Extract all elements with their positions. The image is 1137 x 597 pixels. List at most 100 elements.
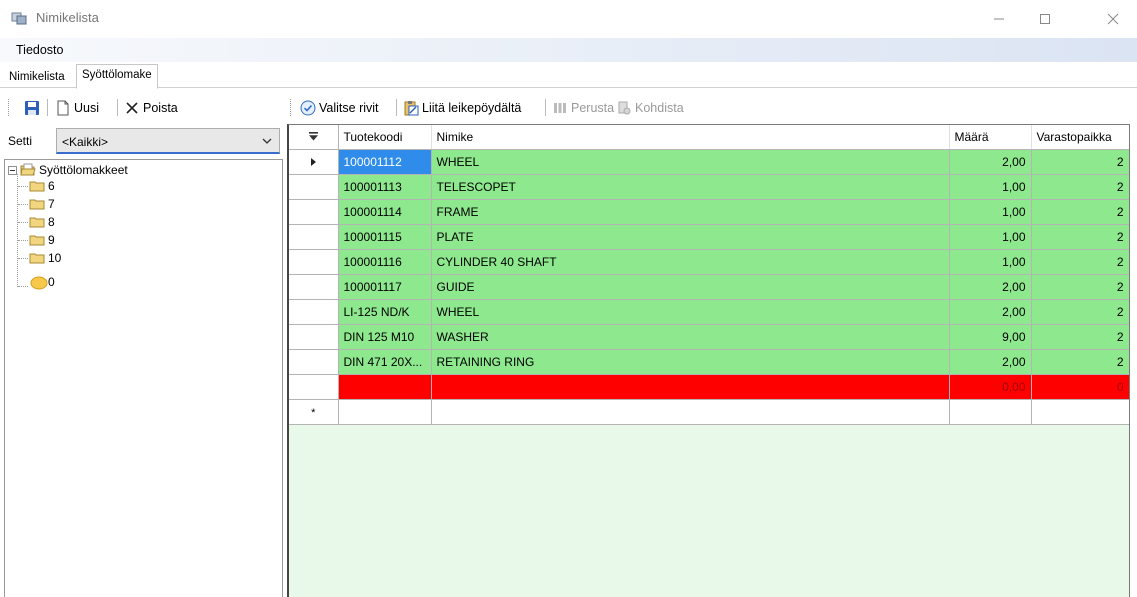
row-header[interactable] — [289, 224, 339, 250]
cell-location[interactable]: 2 — [1031, 349, 1129, 375]
cell-code[interactable] — [338, 374, 432, 400]
tree-root-node[interactable]: Syöttölomakkeet — [8, 162, 128, 178]
target-button[interactable]: Kohdista — [616, 98, 684, 117]
tree-root-label: Syöttölomakkeet — [39, 163, 128, 177]
cell-name[interactable]: TELESCOPET — [431, 174, 950, 200]
cell-location[interactable]: 2 — [1031, 174, 1129, 200]
chevron-down-icon — [261, 135, 273, 147]
cell-name[interactable]: WHEEL — [431, 149, 950, 175]
basic-button[interactable]: Perusta — [552, 98, 614, 117]
cell-quantity[interactable]: 1,00 — [949, 224, 1032, 250]
new-row[interactable]: * — [289, 399, 1129, 425]
table-row[interactable]: LI-125 ND/K WHEEL 2,00 2 — [289, 299, 1129, 325]
column-header-location[interactable]: Varastopaikka — [1031, 125, 1129, 150]
row-header[interactable] — [289, 149, 339, 175]
cell-name[interactable]: WASHER — [431, 324, 950, 350]
table-row[interactable]: 100001116 CYLINDER 40 SHAFT 1,00 2 — [289, 249, 1129, 275]
cell-quantity[interactable]: 2,00 — [949, 349, 1032, 375]
cell-name[interactable]: WHEEL — [431, 299, 950, 325]
tab-syottolomake[interactable]: Syöttölomake — [76, 64, 158, 89]
form-tree[interactable]: Syöttölomakkeet 6 7 8 9 10 0 — [4, 159, 283, 597]
row-header[interactable]: * — [289, 399, 339, 425]
cell-name[interactable] — [431, 399, 950, 425]
cell-quantity[interactable]: 1,00 — [949, 199, 1032, 225]
cell-quantity[interactable] — [949, 399, 1032, 425]
column-header-quantity[interactable]: Määrä — [949, 125, 1032, 150]
cell-quantity[interactable]: 2,00 — [949, 149, 1032, 175]
table-row[interactable]: DIN 471 20X... RETAINING RING 2,00 2 — [289, 349, 1129, 375]
toolbar-grip[interactable] — [8, 99, 11, 116]
cell-location[interactable] — [1031, 399, 1129, 425]
error-row[interactable]: 0,00 0 — [289, 374, 1129, 400]
tree-node-label: 6 — [48, 179, 55, 193]
tree-node-form[interactable]: 10 — [29, 250, 61, 266]
new-button[interactable]: Uusi — [55, 98, 99, 117]
tree-node-form[interactable]: 8 — [29, 214, 55, 230]
table-row[interactable]: 100001112 WHEEL 2,00 2 — [289, 149, 1129, 175]
cell-quantity[interactable]: 1,00 — [949, 249, 1032, 275]
cell-code[interactable]: DIN 471 20X... — [338, 349, 432, 375]
cell-location[interactable]: 0 — [1031, 374, 1129, 400]
toolbar-grip[interactable] — [290, 99, 293, 116]
setti-dropdown[interactable]: <Kaikki> — [56, 128, 280, 154]
paste-from-clipboard-button[interactable]: Liitä leikepöydältä — [403, 98, 521, 117]
row-header[interactable] — [289, 299, 339, 325]
cell-name[interactable]: CYLINDER 40 SHAFT — [431, 249, 950, 275]
cell-name[interactable]: FRAME — [431, 199, 950, 225]
cell-quantity[interactable]: 0,00 — [949, 374, 1032, 400]
close-button[interactable] — [1090, 0, 1136, 38]
tree-node-form[interactable]: 0 — [29, 274, 55, 290]
cell-code[interactable]: LI-125 ND/K — [338, 299, 432, 325]
save-button[interactable] — [24, 98, 40, 117]
minimize-button[interactable] — [976, 0, 1022, 38]
column-filter-header[interactable] — [289, 125, 339, 150]
cell-location[interactable]: 2 — [1031, 324, 1129, 350]
tree-node-form[interactable]: 6 — [29, 178, 55, 194]
cell-name[interactable]: RETAINING RING — [431, 349, 950, 375]
table-row[interactable]: 100001113 TELESCOPET 1,00 2 — [289, 174, 1129, 200]
tree-node-form[interactable]: 7 — [29, 196, 55, 212]
select-rows-button[interactable]: Valitse rivit — [300, 98, 379, 117]
cell-code[interactable]: 100001116 — [338, 249, 432, 275]
row-header[interactable] — [289, 249, 339, 275]
cell-code[interactable] — [338, 399, 432, 425]
cell-quantity[interactable]: 1,00 — [949, 174, 1032, 200]
cell-location[interactable]: 2 — [1031, 224, 1129, 250]
cell-code[interactable]: 100001113 — [338, 174, 432, 200]
delete-button[interactable]: Poista — [124, 98, 178, 117]
cell-code[interactable]: DIN 125 M10 — [338, 324, 432, 350]
row-header[interactable] — [289, 199, 339, 225]
table-row[interactable]: 100001114 FRAME 1,00 2 — [289, 199, 1129, 225]
collapse-toggle-icon[interactable] — [8, 165, 17, 175]
column-header-name[interactable]: Nimike — [431, 125, 950, 150]
cell-name[interactable]: PLATE — [431, 224, 950, 250]
row-header[interactable] — [289, 349, 339, 375]
cell-name[interactable]: GUIDE — [431, 274, 950, 300]
row-header[interactable] — [289, 174, 339, 200]
cell-code[interactable]: 100001115 — [338, 224, 432, 250]
row-header[interactable] — [289, 374, 339, 400]
cell-quantity[interactable]: 2,00 — [949, 299, 1032, 325]
cell-location[interactable]: 2 — [1031, 149, 1129, 175]
cell-code[interactable]: 100001114 — [338, 199, 432, 225]
cell-location[interactable]: 2 — [1031, 299, 1129, 325]
table-row[interactable]: 100001117 GUIDE 2,00 2 — [289, 274, 1129, 300]
cell-location[interactable]: 2 — [1031, 199, 1129, 225]
cell-code[interactable]: 100001112 — [338, 149, 432, 175]
cell-location[interactable]: 2 — [1031, 274, 1129, 300]
cell-quantity[interactable]: 9,00 — [949, 324, 1032, 350]
row-header[interactable] — [289, 324, 339, 350]
maximize-button[interactable] — [1022, 0, 1068, 38]
cell-code[interactable]: 100001117 — [338, 274, 432, 300]
tree-node-form[interactable]: 9 — [29, 232, 55, 248]
column-header-code[interactable]: Tuotekoodi — [338, 125, 432, 150]
row-header[interactable] — [289, 274, 339, 300]
cell-quantity[interactable]: 2,00 — [949, 274, 1032, 300]
table-row[interactable]: 100001115 PLATE 1,00 2 — [289, 224, 1129, 250]
menu-file[interactable]: Tiedosto — [10, 43, 69, 57]
cell-name[interactable] — [431, 374, 950, 400]
table-row[interactable]: DIN 125 M10 WASHER 9,00 2 — [289, 324, 1129, 350]
tab-nimikelista[interactable]: Nimikelista — [4, 67, 70, 88]
items-grid[interactable]: Tuotekoodi Nimike Määrä Varastopaikka 10… — [287, 124, 1130, 597]
cell-location[interactable]: 2 — [1031, 249, 1129, 275]
